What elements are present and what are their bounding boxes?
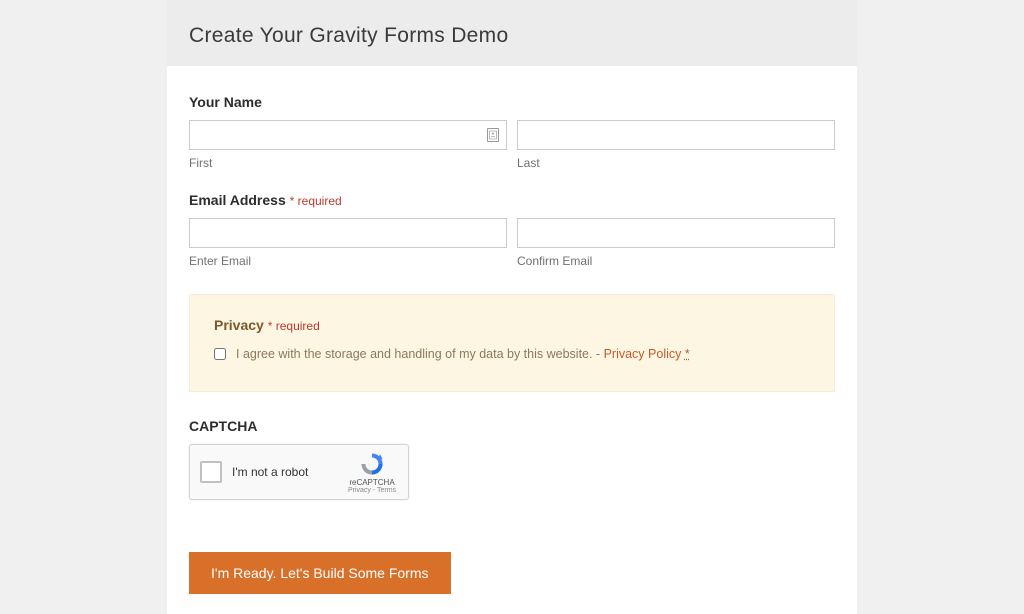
captcha-label: CAPTCHA (189, 418, 835, 434)
privacy-required-marker: * required (268, 319, 320, 333)
form-container: Your Name First Last (167, 66, 857, 614)
captcha-field-group: CAPTCHA I'm not a robot reCAPTCHA Privac… (189, 418, 835, 500)
recaptcha-text: I'm not a robot (232, 465, 346, 479)
confirm-email-col: Confirm Email (517, 218, 835, 268)
email-input-row: Enter Email Confirm Email (189, 218, 835, 268)
name-input-row: First Last (189, 120, 835, 170)
first-name-col: First (189, 120, 507, 170)
header-bar: Create Your Gravity Forms Demo (167, 6, 857, 66)
recaptcha-checkbox[interactable] (200, 461, 222, 483)
recaptcha-logo-wrap: reCAPTCHA Privacy - Terms (346, 451, 398, 494)
email-required-marker: * required (290, 194, 342, 208)
recaptcha-brand: reCAPTCHA (349, 478, 394, 487)
first-name-input[interactable] (189, 120, 507, 150)
privacy-title-text: Privacy (214, 317, 264, 333)
privacy-asterisk: * (685, 347, 690, 361)
last-name-col: Last (517, 120, 835, 170)
email-label: Email Address * required (189, 192, 835, 208)
contact-card-icon (487, 128, 499, 142)
first-name-sublabel: First (189, 156, 507, 170)
privacy-consent-string: I agree with the storage and handling of… (236, 347, 604, 361)
first-name-wrap (189, 120, 507, 150)
submit-button[interactable]: I'm Ready. Let's Build Some Forms (189, 552, 451, 594)
enter-email-sublabel: Enter Email (189, 254, 507, 268)
privacy-title: Privacy * required (214, 317, 810, 333)
privacy-consent-text: I agree with the storage and handling of… (236, 347, 690, 361)
page-title: Create Your Gravity Forms Demo (189, 24, 835, 48)
page-wrapper: Create Your Gravity Forms Demo Your Name… (167, 0, 857, 614)
name-label: Your Name (189, 94, 835, 110)
recaptcha-terms: Privacy - Terms (348, 487, 396, 494)
last-name-sublabel: Last (517, 156, 835, 170)
email-label-text: Email Address (189, 192, 286, 208)
privacy-checkbox[interactable] (214, 348, 226, 360)
privacy-consent-row: I agree with the storage and handling of… (214, 347, 810, 361)
confirm-email-sublabel: Confirm Email (517, 254, 835, 268)
email-field-group: Email Address * required Enter Email Con… (189, 192, 835, 268)
confirm-email-input[interactable] (517, 218, 835, 248)
privacy-policy-link[interactable]: Privacy Policy (604, 347, 682, 361)
enter-email-col: Enter Email (189, 218, 507, 268)
name-field-group: Your Name First Last (189, 94, 835, 170)
recaptcha-widget: I'm not a robot reCAPTCHA Privacy - Term… (189, 444, 409, 500)
enter-email-input[interactable] (189, 218, 507, 248)
privacy-box: Privacy * required I agree with the stor… (189, 294, 835, 392)
recaptcha-icon (359, 451, 385, 477)
last-name-input[interactable] (517, 120, 835, 150)
